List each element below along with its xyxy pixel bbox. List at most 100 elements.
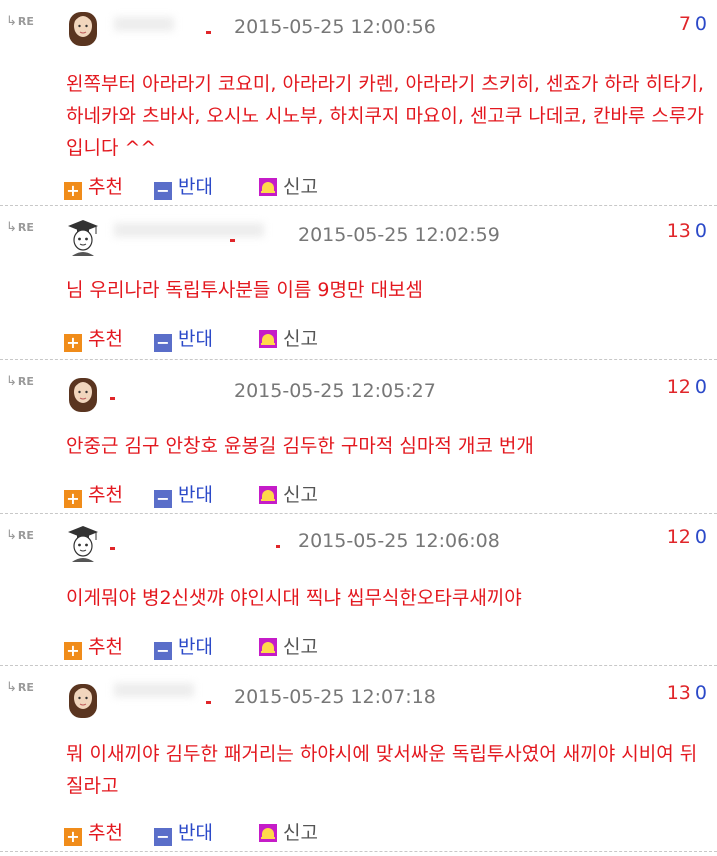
nickname-mark	[110, 397, 115, 400]
nickname-blur	[114, 683, 194, 697]
up-count: 12	[666, 376, 691, 398]
plus-icon: +	[64, 490, 82, 508]
comment-text: 뭐 이새끼야 김두한 패거리는 하야시에 맞서싸운 독립투사였어 새끼야 시비여…	[66, 743, 698, 797]
girl-avatar-icon	[69, 684, 97, 718]
reply-indicator: ↳RE	[6, 220, 34, 235]
comment-list: ↳RE 2015-05-25 12:00:56 70 왼쪽부터 아라라기 코요미…	[0, 0, 717, 852]
vote-counts: 12 0	[667, 526, 707, 548]
siren-icon	[259, 824, 277, 842]
comment-item: ↳RE 2015-05-25 12:06:08 12 0 이게뭐야 병2신샛꺄 야…	[0, 514, 717, 666]
up-count: 12	[666, 526, 691, 548]
comment-item: ↳RE 2015-05-25 12:07:18 13 0 뭐 이새끼야 김두한 패…	[0, 666, 717, 852]
down-count: 0	[694, 13, 707, 35]
siren-icon	[259, 486, 277, 504]
oppose-label: 반대	[178, 484, 213, 506]
recommend-button[interactable]: + 추천	[64, 324, 123, 352]
siren-icon	[259, 178, 277, 196]
comment-date: 2015-05-25 12:02:59	[298, 224, 500, 246]
plus-icon: +	[64, 642, 82, 660]
reply-label: RE	[17, 375, 34, 388]
reply-label: RE	[17, 529, 34, 542]
nickname-mark	[110, 547, 115, 550]
report-label: 신고	[283, 822, 318, 844]
minus-icon: −	[154, 642, 172, 660]
oppose-button[interactable]: − 반대	[154, 632, 213, 660]
nickname-redacted	[108, 13, 228, 37]
reply-label: RE	[17, 15, 34, 28]
comment-date: 2015-05-25 12:00:56	[234, 16, 436, 38]
recommend-button[interactable]: + 추천	[64, 632, 123, 660]
oppose-button[interactable]: − 반대	[154, 480, 213, 508]
report-label: 신고	[283, 484, 318, 506]
nickname-redacted	[108, 679, 228, 704]
nickname-redacted	[108, 527, 280, 551]
recommend-button[interactable]: + 추천	[64, 480, 123, 508]
reply-indicator: ↳RE	[6, 14, 34, 29]
nickname-mark	[230, 239, 235, 242]
minus-icon: −	[154, 182, 172, 200]
graduate-avatar-icon	[68, 220, 98, 256]
report-button[interactable]: 신고	[259, 818, 318, 845]
report-button[interactable]: 신고	[259, 632, 318, 659]
report-label: 신고	[283, 176, 318, 198]
down-count: 0	[694, 220, 707, 242]
reply-label: RE	[17, 681, 34, 694]
up-count: 13	[666, 682, 691, 704]
report-button[interactable]: 신고	[259, 172, 318, 199]
nickname-redacted	[108, 219, 264, 243]
nickname-mark	[206, 701, 211, 704]
comment-item: ↳RE 2015-05-25 12:05:27 12 0 안중근 김구 안창호 윤…	[0, 360, 717, 514]
siren-icon	[259, 638, 277, 656]
oppose-button[interactable]: − 반대	[154, 324, 213, 352]
report-button[interactable]: 신고	[259, 480, 318, 507]
comment-text: 왼쪽부터 아라라기 코요미, 아라라기 카렌, 아라라기 츠키히, 센죠가 하라…	[66, 73, 704, 159]
down-count: 0	[694, 376, 707, 398]
recommend-label: 추천	[88, 484, 123, 506]
comment-item: ↳RE 2015-05-25 12:00:56 70 왼쪽부터 아라라기 코요미…	[0, 0, 717, 206]
comment-text: 이게뭐야 병2신샛꺄 야인시대 찍냐 씹무식한오타쿠새끼야	[66, 587, 522, 609]
oppose-label: 반대	[178, 328, 213, 350]
reply-indicator: ↳RE	[6, 528, 34, 543]
report-label: 신고	[283, 636, 318, 658]
reply-arrow-icon: ↳	[6, 220, 17, 235]
plus-icon: +	[64, 182, 82, 200]
up-count: 7	[678, 13, 691, 35]
vote-counts: 13 0	[667, 220, 707, 242]
report-button[interactable]: 신고	[259, 324, 318, 351]
comment-date: 2015-05-25 12:06:08	[298, 530, 500, 552]
comment-text: 안중근 김구 안창호 윤봉길 김두한 구마적 심마적 개코 번개	[66, 435, 534, 457]
nickname-blur	[114, 223, 264, 237]
graduate-avatar-icon	[68, 526, 98, 562]
minus-icon: −	[154, 828, 172, 846]
nickname-mark	[206, 31, 211, 34]
plus-icon: +	[64, 828, 82, 846]
recommend-label: 추천	[88, 636, 123, 658]
comment-text: 님 우리나라 독립투사분들 이름 9명만 대보셈	[66, 279, 423, 301]
reply-indicator: ↳RE	[6, 680, 34, 695]
oppose-label: 반대	[178, 176, 213, 198]
oppose-button[interactable]: − 반대	[154, 172, 213, 200]
minus-icon: −	[154, 334, 172, 352]
recommend-label: 추천	[88, 822, 123, 844]
girl-avatar-icon	[69, 12, 97, 46]
recommend-button[interactable]: + 추천	[64, 818, 123, 846]
vote-counts: 70	[679, 13, 707, 35]
recommend-button[interactable]: + 추천	[64, 172, 123, 200]
reply-arrow-icon: ↳	[6, 374, 17, 389]
plus-icon: +	[64, 334, 82, 352]
vote-counts: 12 0	[667, 376, 707, 398]
nickname-redacted	[108, 373, 228, 400]
oppose-button[interactable]: − 반대	[154, 818, 213, 846]
reply-arrow-icon: ↳	[6, 528, 17, 543]
down-count: 0	[694, 526, 707, 548]
comment-item: ↳RE 2015-05-25 12:02:59 13 0 님 우리나라 독립투사분…	[0, 206, 717, 360]
oppose-label: 반대	[178, 822, 213, 844]
reply-label: RE	[17, 221, 34, 234]
reply-arrow-icon: ↳	[6, 680, 17, 695]
nickname-mark	[276, 545, 280, 548]
siren-icon	[259, 330, 277, 348]
recommend-label: 추천	[88, 328, 123, 350]
up-count: 13	[666, 220, 691, 242]
comment-date: 2015-05-25 12:07:18	[234, 686, 436, 708]
report-label: 신고	[283, 328, 318, 350]
